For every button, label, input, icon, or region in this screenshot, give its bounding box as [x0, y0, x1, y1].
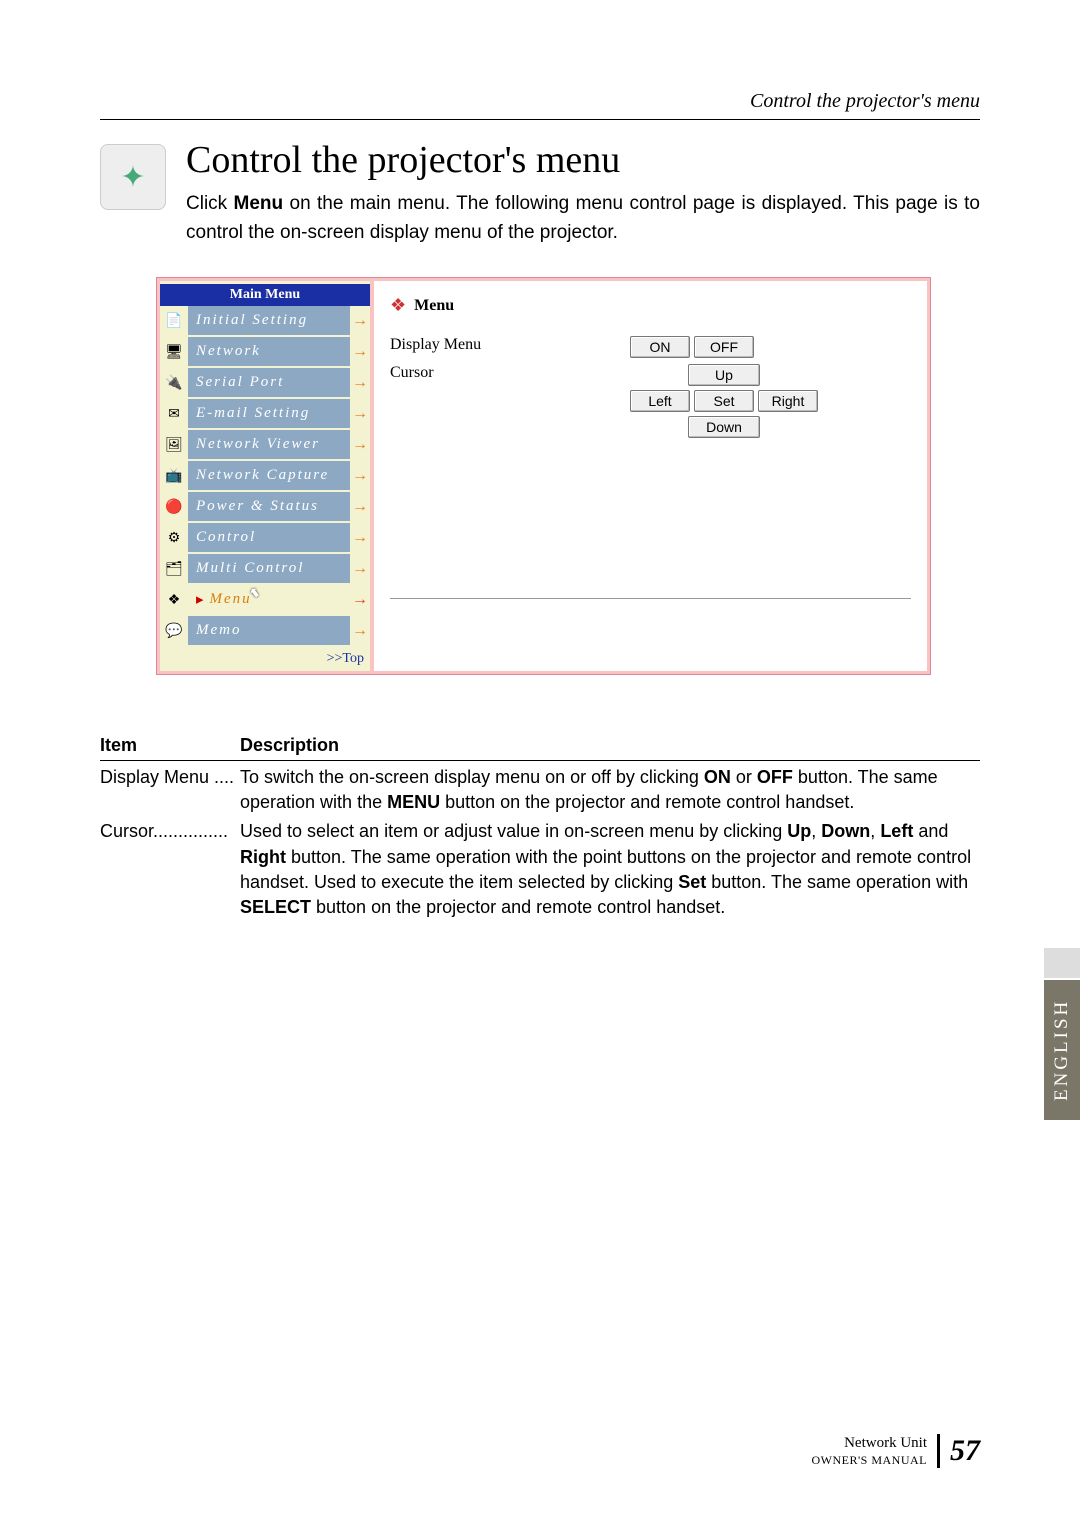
cursor-right-button[interactable]: Right — [758, 390, 818, 412]
sidebar-item-icon: ✉ — [160, 405, 188, 422]
table-item-description: Used to select an item or adjust value i… — [240, 819, 980, 920]
sidebar-item-icon: ⚙ — [160, 529, 188, 546]
page-footer: Network Unit OWNER'S MANUAL 57 — [812, 1434, 981, 1469]
arrow-right-icon: → — [350, 591, 370, 609]
section-icon: ✦ — [100, 144, 166, 210]
sidebar-item-label: Initial Setting — [188, 306, 350, 335]
sidebar-item-menu[interactable]: ❖Menu⬉→ — [160, 585, 370, 616]
mouse-cursor-icon: ⬉ — [248, 585, 262, 602]
arrow-right-icon: → — [350, 436, 370, 454]
footer-line1: Network Unit — [812, 1434, 928, 1454]
sidebar-item-network-viewer[interactable]: 🖼Network Viewer→ — [160, 430, 370, 461]
header-rule — [100, 119, 980, 120]
footer-line2: OWNER'S MANUAL — [812, 1453, 928, 1469]
display-menu-off-button[interactable]: OFF — [694, 336, 754, 358]
sidebar-item-label: Memo — [188, 616, 350, 645]
arrow-right-icon: → — [350, 529, 370, 547]
sidebar-item-label: Control — [188, 523, 350, 552]
table-head-description: Description — [240, 735, 980, 756]
arrow-right-icon: → — [350, 560, 370, 578]
cursor-label: Cursor — [390, 364, 630, 382]
sidebar-item-label: E-mail Setting — [188, 399, 350, 428]
sidebar-item-network[interactable]: 🖥Network→ — [160, 337, 370, 368]
cursor-left-button[interactable]: Left — [630, 390, 690, 412]
sidebar-item-label: Power & Status — [188, 492, 350, 521]
arrow-right-icon: → — [350, 498, 370, 516]
sidebar-item-label: Network Capture — [188, 461, 350, 490]
sidebar-item-icon: 🖥 — [160, 343, 188, 360]
menu-panel-title: Menu — [414, 297, 454, 315]
sidebar-item-serial-port[interactable]: 🔌Serial Port→ — [160, 368, 370, 399]
panel-divider — [390, 598, 911, 599]
sidebar-item-label: Serial Port — [188, 368, 350, 397]
arrow-right-icon: → — [350, 374, 370, 392]
sidebar-item-initial-setting[interactable]: 📄Initial Setting→ — [160, 306, 370, 337]
cursor-up-button[interactable]: Up — [688, 364, 760, 386]
top-link[interactable]: >>Top — [160, 647, 370, 671]
sidebar-item-icon: 📺 — [160, 467, 188, 484]
sidebar-item-icon: 📄 — [160, 312, 188, 329]
table-row: Cursor...............Used to select an i… — [100, 819, 980, 920]
table-head-item: Item — [100, 735, 240, 756]
display-menu-label: Display Menu — [390, 336, 630, 354]
sidebar-item-icon: 🖼 — [160, 436, 188, 453]
table-item-name: Cursor............... — [100, 819, 240, 920]
description-table: Item Description Display Menu ....To swi… — [100, 735, 980, 920]
arrow-right-icon: → — [350, 405, 370, 423]
arrow-right-icon: → — [350, 312, 370, 330]
sidebar-item-icon: 🗂 — [160, 560, 188, 577]
sidebar-item-network-capture[interactable]: 📺Network Capture→ — [160, 461, 370, 492]
main-menu-sidebar: Main Menu 📄Initial Setting→🖥Network→🔌Ser… — [160, 281, 370, 671]
page-number: 57 — [937, 1434, 980, 1468]
sidebar-item-icon: 💬 — [160, 622, 188, 639]
intro-paragraph: Click Menu on the main menu. The followi… — [186, 190, 980, 247]
table-item-name: Display Menu .... — [100, 765, 240, 815]
display-menu-on-button[interactable]: ON — [630, 336, 690, 358]
sidebar-item-label: Network — [188, 337, 350, 366]
menu-panel-icon: ❖ — [390, 295, 406, 316]
arrow-right-icon: → — [350, 622, 370, 640]
arrow-right-icon: → — [350, 343, 370, 361]
sidebar-item-icon: 🔌 — [160, 374, 188, 391]
screenshot-panel: Main Menu 📄Initial Setting→🖥Network→🔌Ser… — [156, 277, 931, 675]
language-tab: ENGLISH — [1044, 980, 1080, 1120]
sidebar-item-icon: 🔴 — [160, 498, 188, 515]
language-tab-gap — [1044, 948, 1080, 978]
sidebar-item-label: Menu⬉ — [188, 585, 350, 614]
sidebar-item-power-status[interactable]: 🔴Power & Status→ — [160, 492, 370, 523]
menu-content-panel: ❖ Menu Display Menu ON OFF Cursor Up Lef… — [374, 281, 927, 671]
sidebar-item-control[interactable]: ⚙Control→ — [160, 523, 370, 554]
main-menu-title: Main Menu — [160, 284, 370, 306]
table-row: Display Menu ....To switch the on-screen… — [100, 765, 980, 815]
table-item-description: To switch the on-screen display menu on … — [240, 765, 980, 815]
arrow-right-icon: → — [350, 467, 370, 485]
cursor-down-button[interactable]: Down — [688, 416, 760, 438]
cursor-set-button[interactable]: Set — [694, 390, 754, 412]
page-title: Control the projector's menu — [186, 138, 980, 182]
sidebar-item-e-mail-setting[interactable]: ✉E-mail Setting→ — [160, 399, 370, 430]
sidebar-item-label: Network Viewer — [188, 430, 350, 459]
sidebar-item-label: Multi Control — [188, 554, 350, 583]
running-head: Control the projector's menu — [100, 90, 980, 113]
sidebar-item-memo[interactable]: 💬Memo→ — [160, 616, 370, 647]
sidebar-item-icon: ❖ — [160, 591, 188, 608]
sidebar-item-multi-control[interactable]: 🗂Multi Control→ — [160, 554, 370, 585]
